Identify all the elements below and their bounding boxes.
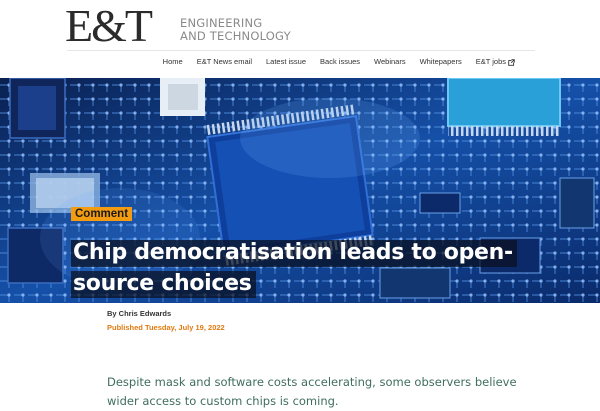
external-link-icon xyxy=(508,58,515,66)
article-standfirst: Despite mask and software costs accelera… xyxy=(107,374,517,408)
nav-item-news-email[interactable]: E&T News email xyxy=(190,56,259,68)
published-label: Published xyxy=(107,323,143,332)
article-title-text: Chip democratisation leads to open-sourc… xyxy=(71,239,517,298)
site-header: E&T ENGINEERING AND TECHNOLOGY Home E&T … xyxy=(0,0,600,78)
nav-item-jobs[interactable]: E&T jobs xyxy=(469,56,522,68)
nav-item-home[interactable]: Home xyxy=(156,56,190,68)
main-nav: Home E&T News email Latest issue Back is… xyxy=(156,56,522,68)
nav-item-whitepapers[interactable]: Whitepapers xyxy=(413,56,469,68)
nav-item-latest-issue[interactable]: Latest issue xyxy=(259,56,313,68)
tagline-line-2: AND TECHNOLOGY xyxy=(180,29,291,43)
nav-item-back-issues[interactable]: Back issues xyxy=(313,56,367,68)
nav-item-jobs-label: E&T jobs xyxy=(475,57,506,66)
site-tagline: ENGINEERING AND TECHNOLOGY xyxy=(180,17,291,43)
header-divider xyxy=(67,50,535,51)
article-title: Chip democratisation leads to open-sourc… xyxy=(71,237,541,299)
published-date-value: Tuesday, July 19, 2022 xyxy=(144,323,225,332)
category-badge[interactable]: Comment xyxy=(71,207,133,221)
site-logo[interactable]: E&T xyxy=(65,3,153,49)
article-byline: By Chris Edwards xyxy=(107,309,172,318)
published-date: Published Tuesday, July 19, 2022 xyxy=(107,323,225,332)
nav-item-webinars[interactable]: Webinars xyxy=(367,56,413,68)
